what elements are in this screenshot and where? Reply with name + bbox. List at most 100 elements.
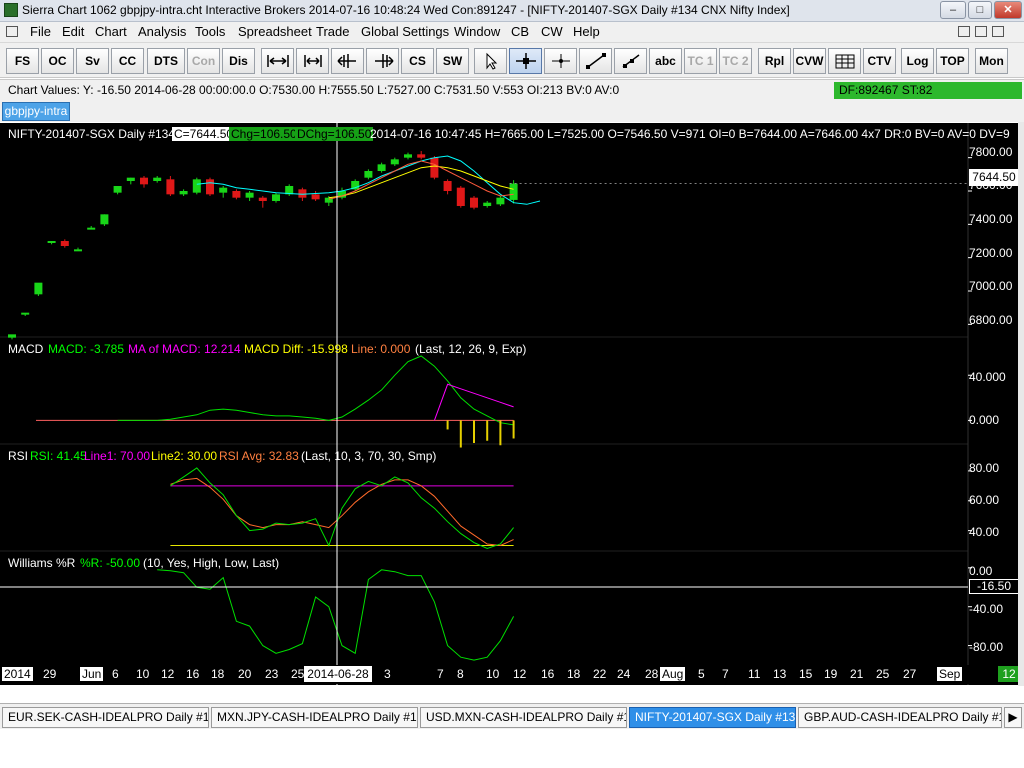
pointer-icon[interactable]: [474, 48, 507, 74]
chart-tab-eur-sek[interactable]: EUR.SEK-CASH-IDEALPRO Daily #132: [2, 707, 209, 728]
candle-body: [140, 177, 148, 185]
ctv-button[interactable]: CTV: [863, 48, 896, 74]
chart-area[interactable]: NIFTY-201407-SGX Daily #134 C=7644.50 Ch…: [0, 123, 1024, 685]
cc-button[interactable]: CC: [111, 48, 144, 74]
line-tool-icon[interactable]: [579, 48, 612, 74]
menu-chart[interactable]: Chart: [95, 24, 127, 39]
vertical-scrollbar[interactable]: [1018, 122, 1024, 686]
date-label: Jun: [80, 667, 104, 681]
candle-body: [483, 202, 492, 206]
menu-tools[interactable]: Tools: [195, 24, 225, 39]
cursor-value-label: -16.50: [969, 579, 1019, 594]
compress-bars-icon[interactable]: [296, 48, 329, 74]
menu-window[interactable]: Window: [454, 24, 500, 39]
cvw-button[interactable]: CVW: [793, 48, 826, 74]
crosshair-icon[interactable]: [509, 48, 542, 74]
macd-tick-0: 0.000: [969, 413, 1000, 427]
williams-r-line: [157, 569, 515, 661]
dts-button[interactable]: DTS: [147, 48, 185, 74]
expand-bars-icon[interactable]: [261, 48, 294, 74]
cursor-values-icon[interactable]: [544, 48, 577, 74]
chart-canvas[interactable]: [0, 123, 1024, 685]
date-label: 23: [265, 667, 279, 681]
candle-body: [192, 179, 201, 193]
candle-body: [21, 312, 30, 315]
rsi-line1-value: Line1: 70.00: [84, 449, 151, 463]
date-label: 11: [748, 667, 761, 681]
candle-body: [272, 194, 280, 201]
tc2-button[interactable]: TC 2: [719, 48, 752, 74]
close-button[interactable]: ✕: [994, 1, 1022, 19]
menu-spreadsheet[interactable]: Spreadsheet: [238, 24, 312, 39]
date-label: 2014: [2, 667, 33, 681]
date-label: Sep: [937, 667, 963, 681]
chart-tab-nifty[interactable]: NIFTY-201407-SGX Daily #134: [629, 707, 796, 728]
date-label: Aug: [660, 667, 686, 681]
price-header-details: 2014-07-16 10:47:45 H=7665.00 L=7525.00 …: [370, 127, 1010, 141]
scroll-left-icon[interactable]: [331, 48, 364, 74]
current-price-label: 7644.50: [969, 169, 1019, 186]
mon-button[interactable]: Mon: [975, 48, 1008, 74]
menu-edit[interactable]: Edit: [62, 24, 84, 39]
candle-body: [258, 197, 267, 201]
rsi-tick-60: 60.00: [969, 493, 1000, 507]
candle-body: [364, 171, 373, 178]
menu-cw[interactable]: CW: [541, 24, 563, 39]
macd-value: MACD: -3.785: [48, 342, 125, 356]
menu-help[interactable]: Help: [573, 24, 600, 39]
con-button[interactable]: Con: [187, 48, 220, 74]
sv-button[interactable]: Sv: [76, 48, 109, 74]
ray-tool-icon[interactable]: [614, 48, 647, 74]
dis-button[interactable]: Dis: [222, 48, 255, 74]
chart-tab-gbp-aud[interactable]: GBP.AUD-CASH-IDEALPRO Daily #1: [798, 707, 1002, 728]
status-area: [0, 729, 1024, 768]
trade-window-icon[interactable]: [828, 48, 861, 74]
date-label: 24: [617, 667, 631, 681]
menu-file[interactable]: File: [30, 24, 51, 39]
minimize-button[interactable]: –: [940, 1, 966, 19]
macd-ma-line: [433, 383, 514, 421]
date-label: 18: [567, 667, 581, 681]
price-tick-7400: 7400.00: [969, 212, 1013, 226]
date-label: 6: [112, 667, 119, 681]
wr-tick-minus80: -80.00: [969, 640, 1004, 654]
menu-cb[interactable]: CB: [511, 24, 529, 39]
menu-analysis[interactable]: Analysis: [138, 24, 186, 39]
macd-tick-40: 40.000: [969, 370, 1006, 384]
mdi-minimize-icon[interactable]: [958, 26, 970, 37]
top-button[interactable]: TOP: [936, 48, 969, 74]
mdi-close-icon[interactable]: [992, 26, 1004, 37]
tc1-button[interactable]: TC 1: [684, 48, 717, 74]
maximize-button[interactable]: □: [968, 1, 992, 19]
price-tick-6800: 6800.00: [969, 313, 1013, 327]
scroll-right-icon[interactable]: [366, 48, 399, 74]
tabs-scroll-right-icon[interactable]: ▶: [1004, 707, 1022, 728]
menu-global-settings[interactable]: Global Settings: [361, 24, 449, 39]
scroll-corner[interactable]: 12: [998, 666, 1020, 682]
rsi-title: RSI: [8, 449, 29, 463]
chart-tab-mxn-jpy[interactable]: MXN.JPY-CASH-IDEALPRO Daily #105: [211, 707, 418, 728]
chart-tabs-bar: EUR.SEK-CASH-IDEALPRO Daily #132 MXN.JPY…: [0, 703, 1024, 729]
oc-button[interactable]: OC: [41, 48, 74, 74]
log-button[interactable]: Log: [901, 48, 934, 74]
replay-button[interactable]: Rpl: [758, 48, 791, 74]
wr-value: %R: -50.00: [80, 556, 141, 570]
date-label: 5: [698, 667, 705, 681]
cursor-date-label: 2014-06-28: [304, 666, 372, 682]
chart-tab-usd-mxn[interactable]: USD.MXN-CASH-IDEALPRO Daily #133: [420, 707, 627, 728]
sw-button[interactable]: SW: [436, 48, 469, 74]
date-label: 28: [645, 667, 659, 681]
document-icon[interactable]: [6, 26, 18, 37]
fs-button[interactable]: FS: [6, 48, 39, 74]
sheet-tab-gbpjpy-intra[interactable]: gbpjpy-intra: [2, 102, 70, 121]
candle-body: [509, 183, 518, 200]
candle-body: [496, 197, 505, 205]
date-axis[interactable]: 2014-06-28 12 2014 29 Jun 6 10 12 16 18 20 23 25 3 7…: [0, 665, 1024, 684]
date-label: 27: [903, 667, 917, 681]
cs-button[interactable]: CS: [401, 48, 434, 74]
menu-trade[interactable]: Trade: [316, 24, 349, 39]
text-tool-button[interactable]: abc: [649, 48, 682, 74]
toolbar: FS OC Sv CC DTS Con Dis CS SW abc TC 1 T…: [0, 42, 1024, 78]
mdi-restore-icon[interactable]: [975, 26, 987, 37]
candle-body: [60, 241, 69, 246]
